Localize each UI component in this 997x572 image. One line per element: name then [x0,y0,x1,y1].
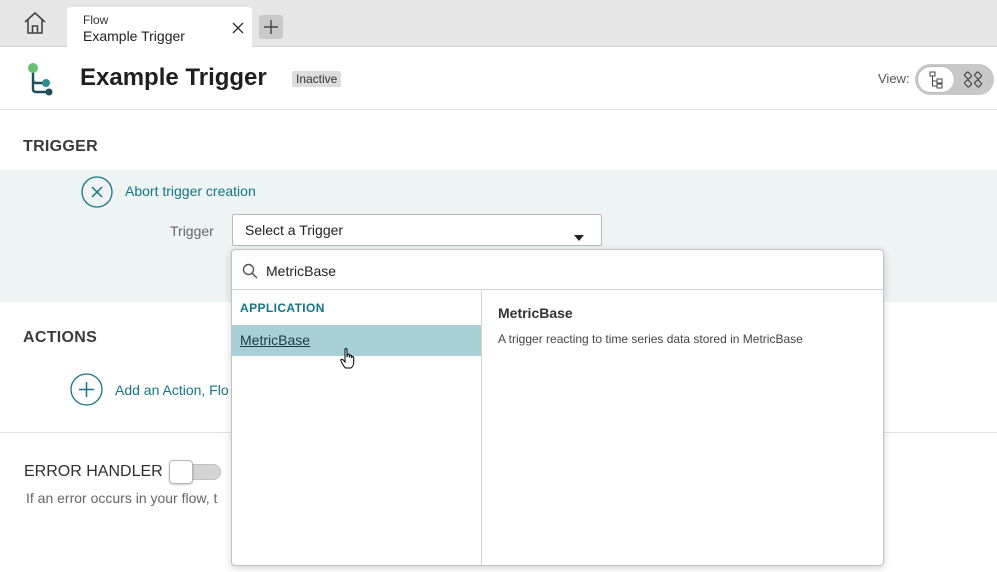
page-title: Example Trigger [80,64,267,91]
flow-logo-icon [24,62,54,96]
option-list: APPLICATION MetricBase [232,291,482,565]
error-handler-toggle[interactable] [169,460,221,484]
error-handler-description: If an error occurs in your flow, t [26,490,218,506]
page-header: Example Trigger Inactive View: [0,47,997,110]
status-badge: Inactive [292,71,342,87]
home-icon[interactable] [22,11,48,35]
abort-circle-x-icon[interactable] [81,176,113,208]
search-input[interactable] [266,258,866,284]
grid-view-icon[interactable] [961,68,985,91]
option-detail-panel: MetricBase A trigger reacting to time se… [483,291,883,565]
view-label: View: [878,71,910,86]
option-detail-description: A trigger reacting to time series data s… [498,332,803,346]
toggle-knob [169,460,193,484]
plus-icon[interactable] [259,15,283,39]
trigger-field-label: Trigger [170,223,214,239]
tab-example-trigger[interactable]: Flow Example Trigger [67,7,252,47]
tab-type-label: Flow [83,13,109,27]
search-icon [242,263,258,279]
option-detail-title: MetricBase [498,305,573,321]
trigger-dropdown: APPLICATION MetricBase MetricBase A trig… [231,249,884,566]
option-metricbase[interactable]: MetricBase [232,325,481,356]
actions-section-title: ACTIONS [23,329,98,346]
add-action-link[interactable]: Add an Action, Flo [115,382,229,398]
error-handler-title: ERROR HANDLER [24,463,163,480]
abort-trigger-creation-link[interactable]: Abort trigger creation [125,183,256,199]
trigger-select-value: Select a Trigger [245,222,344,238]
trigger-select[interactable]: Select a Trigger [232,214,602,246]
dropdown-search [232,250,883,290]
tree-view-icon[interactable] [917,66,955,93]
view-toggle [915,64,994,95]
option-label: MetricBase [240,332,311,348]
tab-bar: Flow Example Trigger [0,0,997,47]
option-group-label: APPLICATION [240,301,325,315]
add-circle-plus-icon[interactable] [70,373,103,406]
caret-down-icon [574,228,584,241]
tab-title-label: Example Trigger [83,28,185,44]
trigger-section-title: TRIGGER [23,138,98,155]
close-icon[interactable] [232,21,244,34]
